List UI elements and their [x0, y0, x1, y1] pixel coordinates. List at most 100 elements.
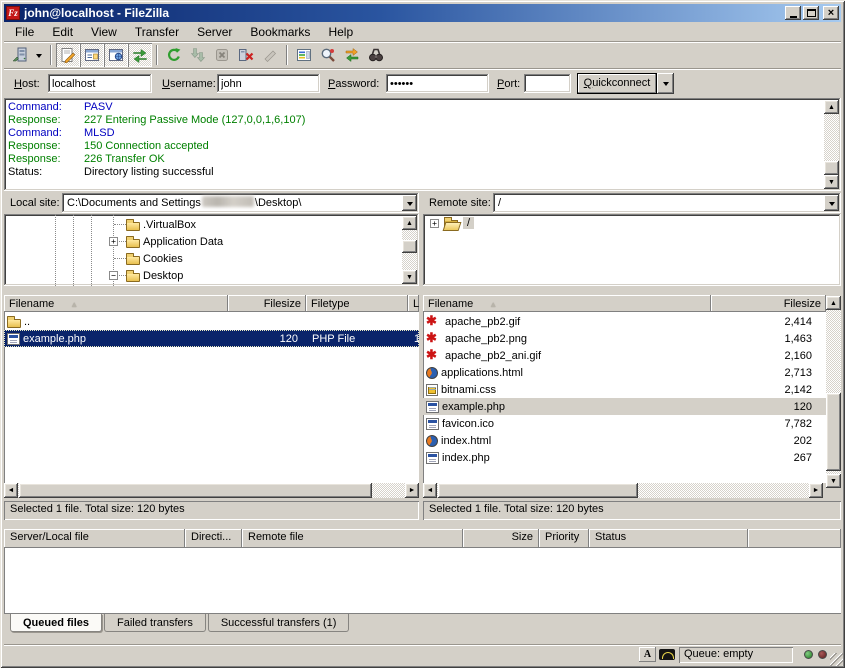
file-row[interactable]: example.php 120: [423, 398, 826, 415]
scroll-left-button[interactable]: ◄: [4, 483, 18, 498]
tree-item[interactable]: Application Data: [4, 233, 403, 250]
file-row[interactable]: bitnami.css 2,142: [423, 381, 826, 398]
toggle-local-tree-button[interactable]: [80, 43, 104, 67]
port-input[interactable]: [524, 74, 571, 93]
quickconnect-dropdown-button[interactable]: [657, 73, 674, 94]
file-row[interactable]: ..: [4, 313, 419, 330]
local-site-combobox[interactable]: C:\Documents and Settings\Desktop\: [62, 193, 419, 213]
site-manager-button[interactable]: [8, 43, 32, 67]
queue-column-header[interactable]: Priority: [539, 529, 589, 548]
scroll-down-button[interactable]: ▼: [826, 474, 841, 488]
filters-icon: [296, 47, 312, 63]
tree-expander-icon[interactable]: [430, 219, 439, 228]
synchronized-browsing-button[interactable]: [340, 43, 364, 67]
remote-list-hscrollbar[interactable]: ◄ ►: [423, 483, 823, 498]
toolbar: [4, 41, 841, 68]
scroll-up-button[interactable]: ▲: [824, 100, 839, 114]
file-row[interactable]: index.php 267: [423, 449, 826, 466]
tree-item[interactable]: Desktop: [4, 267, 403, 284]
file-row[interactable]: index.html 202: [423, 432, 826, 449]
remote-status-text: Selected 1 file. Total size: 120 bytes: [423, 501, 841, 520]
file-row[interactable]: apache_pb2_ani.gif 2,160: [423, 347, 826, 364]
refresh-button[interactable]: [162, 43, 186, 67]
scroll-up-button[interactable]: ▲: [826, 296, 841, 310]
log-scrollbar[interactable]: ▲ ▼: [824, 100, 839, 189]
column-header-filesize[interactable]: Filesize: [711, 295, 826, 312]
local-tree-scrollbar[interactable]: ▲ ▼: [402, 216, 417, 284]
menu-item[interactable]: Edit: [43, 23, 82, 41]
tree-expander-icon[interactable]: [109, 271, 118, 280]
remote-site-combobox[interactable]: /: [493, 193, 841, 213]
scrollbar-thumb[interactable]: [438, 483, 638, 498]
remote-tree-icon: [108, 47, 124, 63]
compare-directories-button[interactable]: [316, 43, 340, 67]
process-queue-button[interactable]: [186, 43, 210, 67]
resize-grip[interactable]: [830, 653, 843, 666]
minimize-icon: [790, 16, 797, 18]
transfer-queue-body[interactable]: [4, 548, 841, 613]
toggle-remote-tree-button[interactable]: [104, 43, 128, 67]
queue-column-header[interactable]: [748, 529, 841, 548]
column-header-filetype[interactable]: Filetype: [306, 295, 408, 312]
scroll-down-button[interactable]: ▼: [824, 175, 839, 189]
toggle-transfer-queue-button[interactable]: [128, 43, 152, 67]
menu-item[interactable]: Help: [319, 23, 362, 41]
scrollbar-thumb[interactable]: [824, 161, 839, 175]
column-header-filename[interactable]: Filename: [4, 295, 228, 312]
tree-item-root[interactable]: /: [423, 214, 841, 229]
scrollbar-thumb[interactable]: [19, 483, 372, 498]
tree-expander-icon[interactable]: [109, 237, 118, 246]
local-list-hscrollbar[interactable]: ◄ ►: [4, 483, 419, 498]
file-row[interactable]: apache_pb2.png 1,463: [423, 330, 826, 347]
queue-tab[interactable]: Successful transfers (1): [208, 614, 350, 632]
remote-list-scrollbar[interactable]: ▲ ▼: [826, 296, 841, 488]
menu-item[interactable]: Bookmarks: [241, 23, 319, 41]
password-input[interactable]: [386, 74, 489, 93]
reconnect-button[interactable]: [258, 43, 282, 67]
scroll-left-button[interactable]: ◄: [423, 483, 437, 498]
queue-column-header[interactable]: Server/Local file: [4, 529, 185, 548]
site-manager-dropdown-button[interactable]: [32, 43, 46, 67]
cancel-operation-button[interactable]: [210, 43, 234, 67]
maximize-button[interactable]: [803, 6, 819, 20]
menu-item[interactable]: View: [82, 23, 126, 41]
queue-column-header[interactable]: Remote file: [242, 529, 463, 548]
scroll-right-button[interactable]: ►: [809, 483, 823, 498]
menu-item[interactable]: Server: [188, 23, 241, 41]
file-row[interactable]: applications.html 2,713: [423, 364, 826, 381]
queue-tab[interactable]: Failed transfers: [104, 614, 206, 632]
tree-item[interactable]: Cookies: [4, 250, 403, 267]
column-header-last-modified[interactable]: L: [408, 295, 419, 312]
username-input[interactable]: [217, 74, 320, 93]
close-button[interactable]: [823, 6, 839, 20]
host-input[interactable]: [48, 74, 152, 93]
local-site-dropdown-button[interactable]: [402, 195, 417, 211]
queue-column-header[interactable]: Size: [463, 529, 539, 548]
minimize-button[interactable]: [785, 6, 801, 20]
menu-item[interactable]: File: [6, 23, 43, 41]
scroll-down-button[interactable]: ▼: [402, 270, 417, 284]
scrollbar-thumb[interactable]: [826, 393, 841, 471]
tree-item[interactable]: .VirtualBox: [4, 216, 403, 233]
quickconnect-button[interactable]: Quickconnect: [577, 73, 657, 94]
menu-item[interactable]: Transfer: [126, 23, 188, 41]
queue-column-header[interactable]: Status: [589, 529, 748, 548]
file-row[interactable]: favicon.ico 7,782: [423, 415, 826, 432]
sort-ascending-icon: [70, 298, 78, 310]
remote-site-dropdown-button[interactable]: [824, 195, 839, 211]
title-bar[interactable]: john@localhost - FileZilla: [4, 4, 841, 22]
toggle-message-log-button[interactable]: [56, 43, 80, 67]
queue-tab[interactable]: Queued files: [10, 614, 102, 632]
scroll-right-button[interactable]: ►: [405, 483, 419, 498]
find-files-button[interactable]: [364, 43, 388, 67]
scroll-up-button[interactable]: ▲: [402, 216, 417, 230]
scrollbar-thumb[interactable]: [402, 240, 417, 253]
queue-column-header[interactable]: Directi...: [185, 529, 242, 548]
file-row[interactable]: apache_pb2.gif 2,414: [423, 313, 826, 330]
directory-listing-filters-button[interactable]: [292, 43, 316, 67]
disconnect-button[interactable]: [234, 43, 258, 67]
column-header-filesize[interactable]: Filesize: [228, 295, 306, 312]
column-header-filename[interactable]: Filename: [423, 295, 711, 312]
log-row-label: Response:: [8, 153, 84, 166]
file-row[interactable]: example.php 120 PHP File 1: [4, 330, 419, 347]
